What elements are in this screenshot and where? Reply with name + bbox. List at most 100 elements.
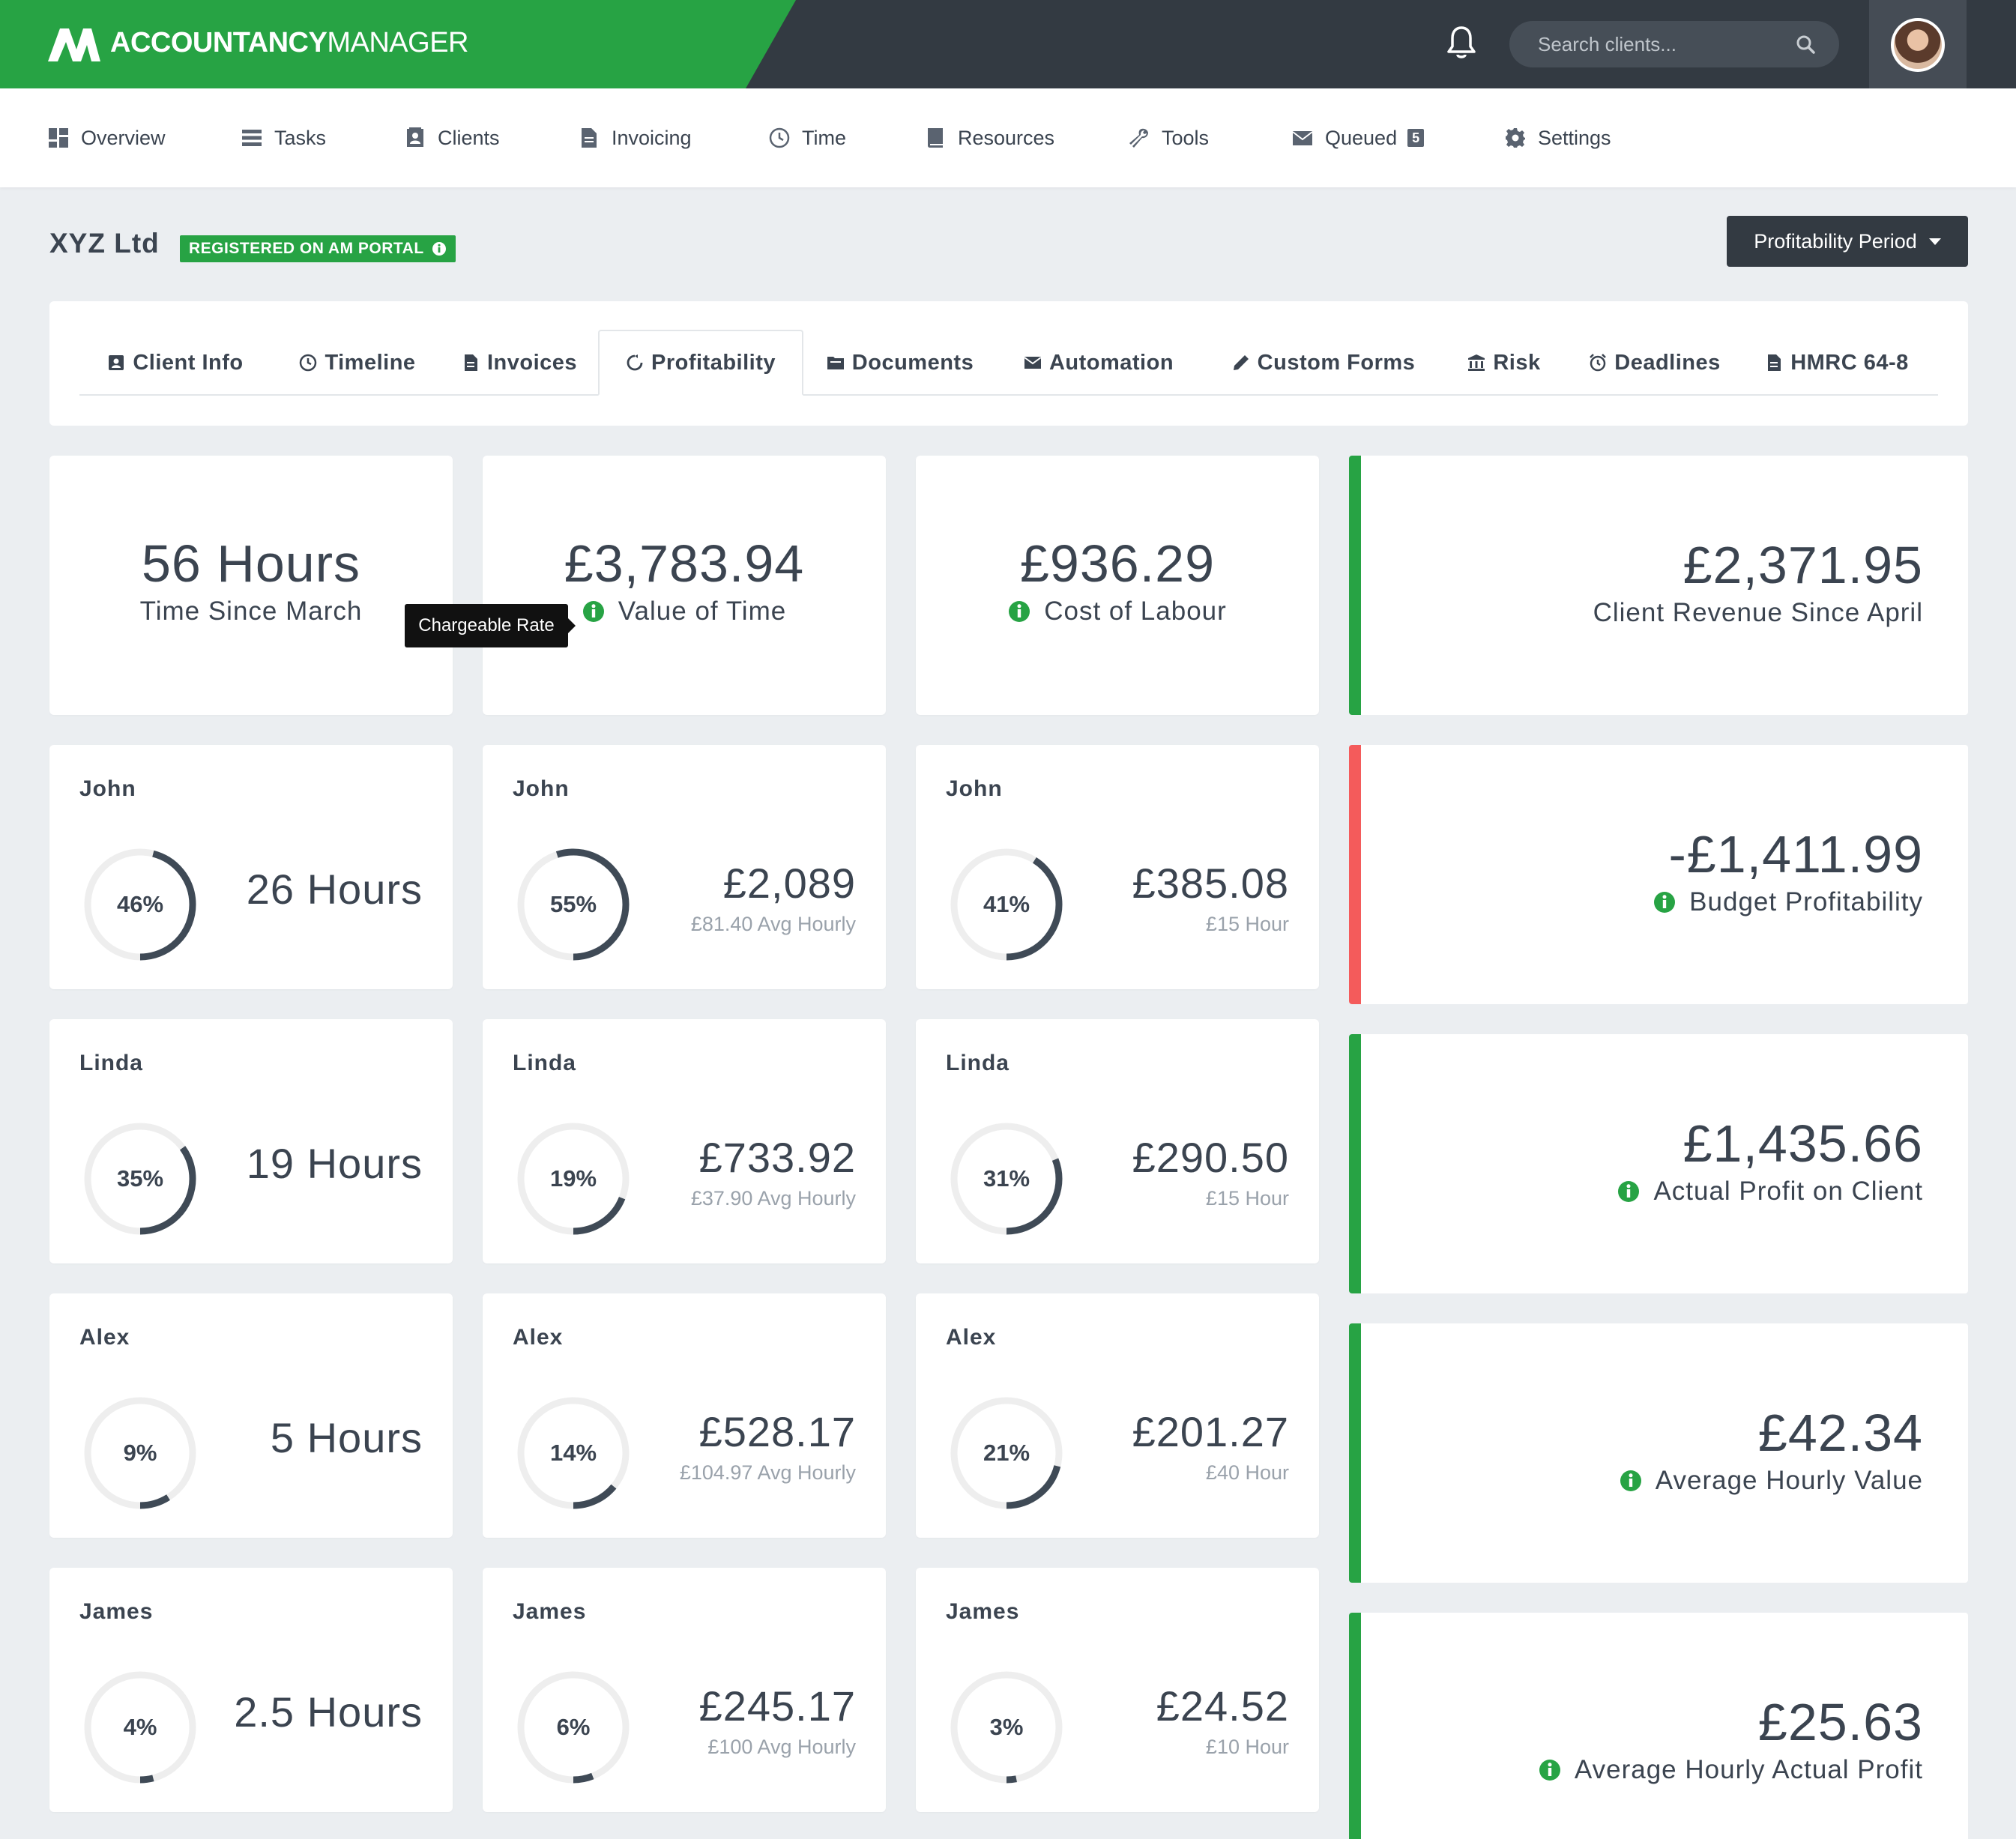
caret-down-icon bbox=[1928, 238, 1941, 245]
staff-name: John bbox=[946, 776, 1003, 801]
summary-value: £2,371.95 bbox=[1682, 536, 1923, 594]
tab-profitability[interactable]: Profitability bbox=[598, 330, 803, 396]
bell-icon[interactable] bbox=[1446, 25, 1476, 60]
profit-summary-card: £42.34 Average Hourly Value bbox=[1349, 1323, 1968, 1583]
staff-value-value: £528.17 bbox=[698, 1408, 856, 1455]
summary-label: Average Hourly Value bbox=[1620, 1466, 1923, 1496]
alarm-clock-icon bbox=[1590, 354, 1607, 372]
avatar[interactable] bbox=[1891, 18, 1945, 72]
staff-cost-rate: £15 Hour bbox=[1205, 913, 1289, 935]
tab-timeline[interactable]: Timeline bbox=[286, 330, 429, 396]
tab-automation-label: Automation bbox=[1048, 350, 1174, 375]
client-name: XYZ Ltd bbox=[49, 228, 160, 259]
tab-hmrc[interactable]: HMRC 64-8 bbox=[1758, 330, 1916, 396]
cost-of-labour-card: £936.29 Cost of Labour bbox=[916, 456, 1319, 715]
brand-name-bold: ACCOUNTANCY bbox=[110, 27, 328, 58]
tab-risk[interactable]: Risk bbox=[1455, 330, 1553, 396]
staff-value-value: £245.17 bbox=[698, 1682, 856, 1730]
brand-name[interactable]: ACCOUNTANCYMANAGER bbox=[110, 27, 468, 59]
portal-badge: REGISTERED ON AM PORTAL bbox=[180, 235, 456, 262]
staff-value-rate: £37.90 Avg Hourly bbox=[690, 1187, 856, 1210]
clock-icon bbox=[769, 127, 790, 148]
staff-value-rate: £100 Avg Hourly bbox=[707, 1736, 856, 1758]
brand-name-light: MANAGER bbox=[327, 27, 468, 58]
progress-percent: 46% bbox=[116, 891, 164, 917]
search-icon[interactable] bbox=[1796, 34, 1815, 54]
staff-value-card: John 55% £2,089 £81.40 Avg Hourly bbox=[483, 745, 886, 989]
nav-tasks[interactable]: Tasks bbox=[241, 124, 326, 151]
tab-custom-forms-label: Custom Forms bbox=[1257, 350, 1416, 375]
value-of-time-value: £3,783.94 bbox=[564, 534, 805, 593]
progress-percent: 41% bbox=[983, 891, 1030, 917]
staff-cost-card: James 3% £24.52 £10 Hour bbox=[916, 1568, 1319, 1812]
staff-value-rate: £104.97 Avg Hourly bbox=[679, 1461, 856, 1484]
profitability-period-button[interactable]: Profitability Period bbox=[1727, 216, 1968, 267]
status-bar bbox=[1349, 1034, 1361, 1293]
nav-resources[interactable]: Resources bbox=[925, 124, 1054, 151]
tab-client-info[interactable]: Client Info bbox=[100, 330, 250, 396]
cost-of-labour-value: £936.29 bbox=[1019, 534, 1216, 593]
info-icon[interactable] bbox=[1539, 1759, 1561, 1781]
tab-deadlines[interactable]: Deadlines bbox=[1580, 330, 1730, 396]
summary-label-text: Budget Profitability bbox=[1689, 887, 1923, 917]
staff-name: John bbox=[513, 776, 570, 801]
nav-settings[interactable]: Settings bbox=[1505, 124, 1611, 151]
nav-overview[interactable]: Overview bbox=[48, 124, 166, 151]
info-icon[interactable] bbox=[1653, 891, 1676, 914]
summary-label-text: Average Hourly Actual Profit bbox=[1574, 1755, 1923, 1784]
summary-label: Client Revenue Since April bbox=[1593, 598, 1923, 628]
tab-client-info-label: Client Info bbox=[133, 350, 244, 375]
user-menu[interactable] bbox=[1869, 0, 1967, 88]
staff-cost-card: Alex 21% £201.27 £40 Hour bbox=[916, 1293, 1319, 1538]
info-icon[interactable] bbox=[1617, 1180, 1640, 1203]
nav-time[interactable]: Time bbox=[769, 124, 846, 151]
staff-hours-value: 19 Hours bbox=[246, 1140, 423, 1187]
info-icon[interactable] bbox=[432, 241, 447, 256]
tab-invoices[interactable]: Invoices bbox=[456, 330, 583, 396]
dashboard-icon bbox=[49, 128, 68, 148]
time-value: 56 Hours bbox=[141, 534, 361, 593]
time-summary-card: 56 Hours Time Since March bbox=[49, 456, 453, 715]
progress-percent: 31% bbox=[983, 1165, 1030, 1192]
profit-summary-card: £25.63 Average Hourly Actual Profit bbox=[1349, 1613, 1968, 1839]
tab-custom-forms[interactable]: Custom Forms bbox=[1226, 330, 1421, 396]
staff-value-value: £733.92 bbox=[698, 1134, 856, 1181]
info-icon[interactable] bbox=[582, 600, 605, 623]
staff-cost-rate: £10 Hour bbox=[1205, 1736, 1289, 1758]
info-icon[interactable] bbox=[1008, 600, 1030, 623]
book-icon bbox=[928, 128, 943, 148]
profit-summary-card: -£1,411.99 Budget Profitability bbox=[1349, 745, 1968, 1004]
status-bar bbox=[1349, 745, 1361, 1004]
nav-invoicing[interactable]: Invoicing bbox=[579, 124, 692, 151]
envelope-icon bbox=[1024, 357, 1042, 369]
search-box bbox=[1509, 21, 1839, 67]
staff-cost-rate: £15 Hour bbox=[1205, 1187, 1289, 1210]
progress-percent: 9% bbox=[123, 1440, 157, 1466]
nav-tools-label: Tools bbox=[1162, 126, 1210, 149]
nav-clients-label: Clients bbox=[438, 126, 500, 149]
tab-documents[interactable]: Documents bbox=[821, 330, 979, 396]
nav-tools[interactable]: Tools bbox=[1129, 124, 1209, 151]
staff-name: James bbox=[946, 1599, 1020, 1624]
summary-value: -£1,411.99 bbox=[1668, 825, 1923, 884]
status-bar bbox=[1349, 1323, 1361, 1583]
document-icon bbox=[582, 128, 597, 148]
staff-value-value: £2,089 bbox=[722, 860, 856, 907]
tab-timeline-label: Timeline bbox=[325, 350, 416, 375]
main-nav: Overview Tasks Clients Invoicing Time Re… bbox=[0, 88, 2016, 187]
tab-automation[interactable]: Automation bbox=[1016, 330, 1181, 396]
staff-cost-value: £385.08 bbox=[1132, 860, 1289, 907]
nav-clients[interactable]: Clients bbox=[405, 124, 500, 151]
progress-percent: 21% bbox=[983, 1440, 1030, 1466]
nav-invoicing-label: Invoicing bbox=[612, 126, 692, 149]
nav-overview-label: Overview bbox=[81, 126, 166, 149]
pencil-icon bbox=[1233, 355, 1249, 370]
top-bar: ACCOUNTANCYMANAGER bbox=[0, 0, 2016, 88]
nav-time-label: Time bbox=[802, 126, 846, 149]
search-input[interactable] bbox=[1538, 21, 1793, 67]
nav-queued[interactable]: Queued 5 bbox=[1292, 124, 1425, 151]
progress-percent: 19% bbox=[549, 1165, 597, 1192]
time-label: Time Since March bbox=[49, 597, 453, 626]
info-icon[interactable] bbox=[1620, 1470, 1642, 1492]
refresh-icon bbox=[627, 354, 643, 371]
